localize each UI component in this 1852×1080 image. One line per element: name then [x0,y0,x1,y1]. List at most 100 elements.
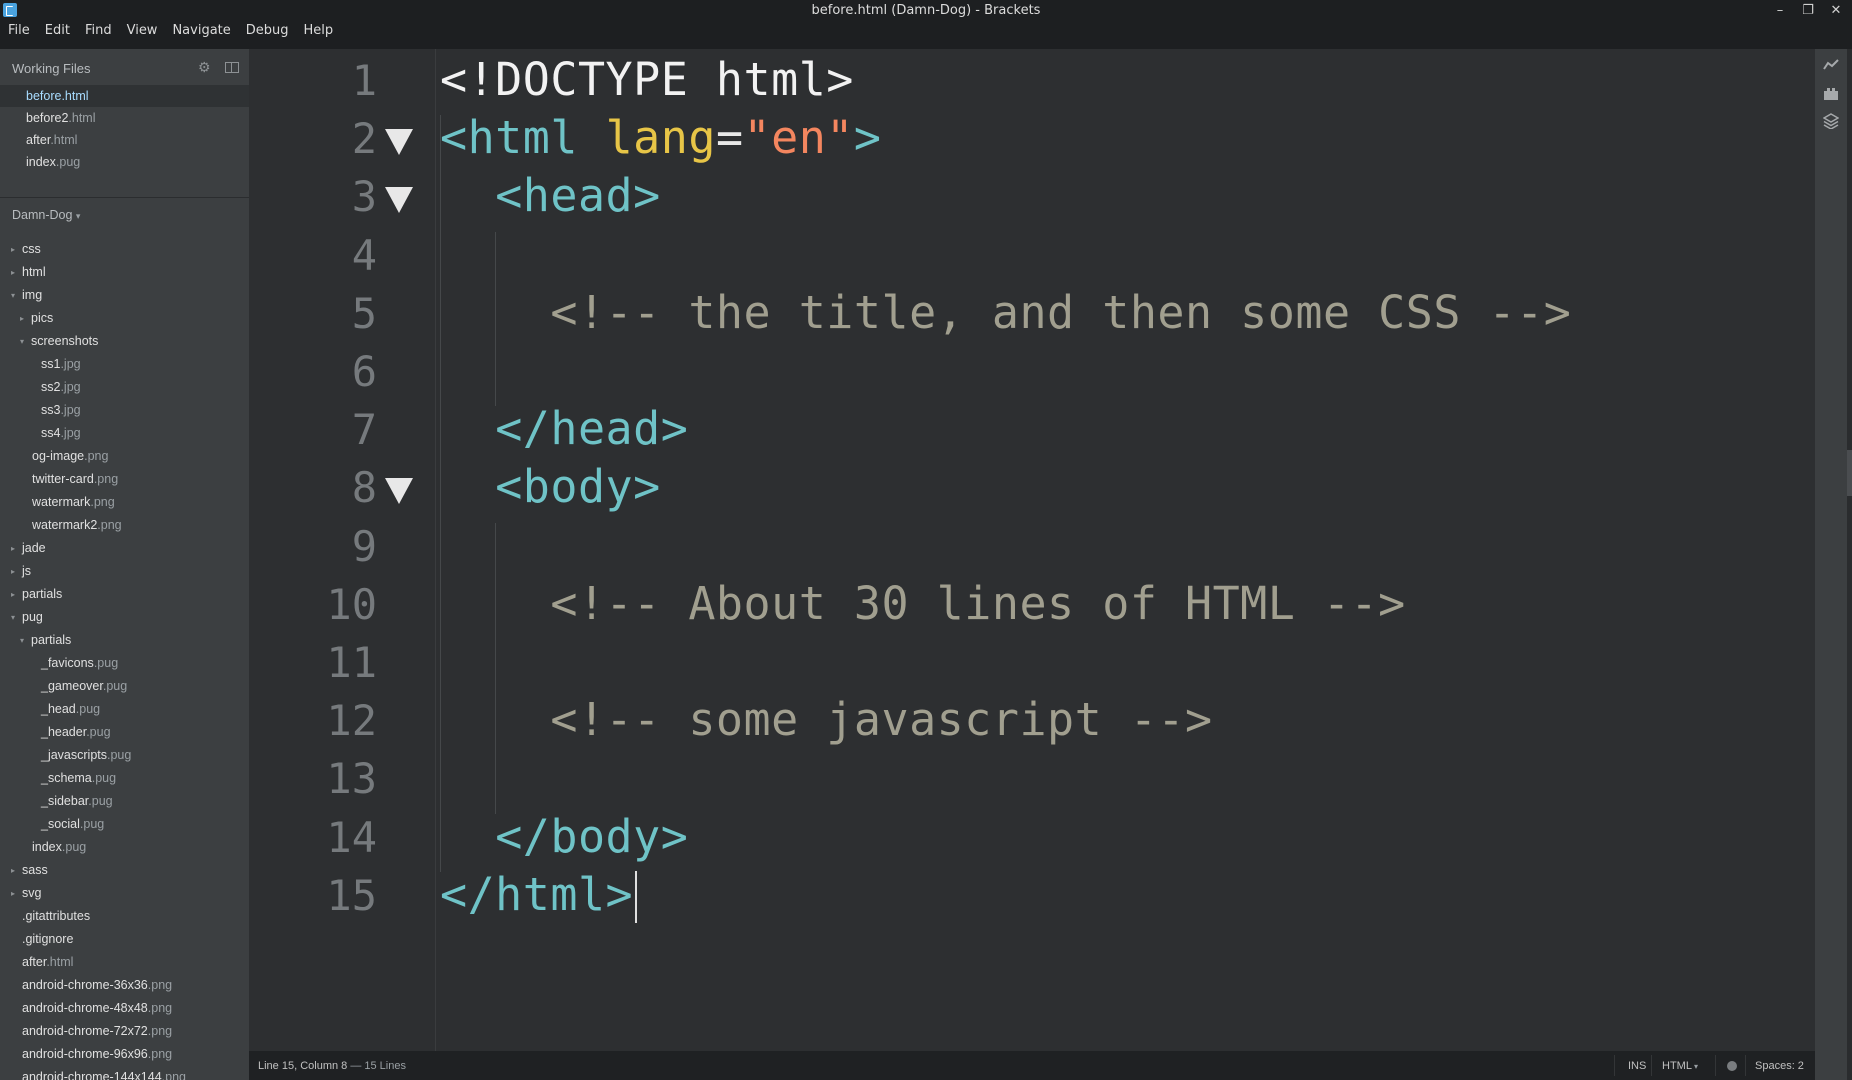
tree-file[interactable]: _head.pug [0,698,249,721]
fold-toggle-icon[interactable] [385,478,413,505]
menu-help[interactable]: Help [296,22,341,42]
minimize-button[interactable]: – [1774,1,1786,19]
line-gutter: 1 2 3 4 5 6 7 8 9 10 11 12 13 14 15 [249,49,435,1051]
line-number: 10 [326,579,377,629]
tree-file[interactable]: android-chrome-72x72.png [0,1020,249,1043]
tree-file[interactable]: ss2.jpg [0,376,249,399]
tree-folder[interactable]: ▸ css [0,238,249,261]
chevron-down-icon[interactable]: ▾ [11,284,21,307]
tree-file[interactable]: ss4.jpg [0,422,249,445]
tree-item-extension: .pug [75,702,101,716]
cursor-position[interactable]: Line 15, Column 8 — 15 Lines [258,1060,406,1072]
tree-file[interactable]: watermark.png [0,491,249,514]
code-line[interactable]: </body> [440,810,688,863]
menu-view[interactable]: View [119,22,165,42]
code-line[interactable]: <!-- About 30 lines of HTML --> [440,577,1406,630]
tree-file[interactable]: watermark2.png [0,514,249,537]
live-preview-icon[interactable] [1823,57,1839,73]
tree-file[interactable]: og-image.png [0,445,249,468]
tree-folder[interactable]: ▸ jade [0,537,249,560]
file-extension: .html [68,111,96,125]
fold-toggle-icon[interactable] [385,129,413,156]
chevron-right-icon[interactable]: ▸ [11,238,21,261]
tree-folder[interactable]: ▾ partials [0,629,249,652]
tree-file[interactable]: _javascripts.pug [0,744,249,767]
close-button[interactable]: ✕ [1830,1,1842,19]
code-line[interactable]: <html lang="en"> [440,111,882,164]
working-file-item[interactable]: before.html [0,85,249,107]
code-editor[interactable]: 1 2 3 4 5 6 7 8 9 10 11 12 13 14 15 <!DOCTYPE html> <ht… [249,49,1815,1051]
tree-file[interactable]: after.html [0,951,249,974]
tree-file[interactable]: ss3.jpg [0,399,249,422]
menu-edit[interactable]: Edit [37,22,77,42]
code-line[interactable]: <head> [440,169,661,222]
extension-manager-icon[interactable] [1823,86,1839,102]
tree-item-name: twitter-card [32,472,94,486]
tree-folder[interactable]: ▾ pug [0,606,249,629]
chevron-down-icon[interactable]: ▾ [11,606,21,629]
tree-folder[interactable]: ▸ pics [0,307,249,330]
tree-file[interactable]: _header.pug [0,721,249,744]
code-line[interactable]: <!-- the title, and then some CSS --> [440,286,1571,339]
chevron-right-icon[interactable]: ▸ [20,307,30,330]
chevron-down-icon[interactable]: ▾ [20,330,30,353]
working-file-item[interactable]: before2.html [0,107,249,129]
tree-folder[interactable]: ▾ img [0,284,249,307]
split-view-icon[interactable] [225,62,239,73]
tree-file[interactable]: android-chrome-48x48.png [0,997,249,1020]
code-line[interactable]: </head> [440,402,688,455]
chevron-right-icon[interactable]: ▸ [11,859,21,882]
tree-file[interactable]: android-chrome-36x36.png [0,974,249,997]
tree-item-extension: .png [93,472,119,486]
tree-file[interactable]: _schema.pug [0,767,249,790]
chevron-down-icon[interactable]: ▾ [20,629,30,652]
menu-file[interactable]: File [0,22,37,42]
code-line[interactable]: </html> [440,868,633,921]
chevron-right-icon[interactable]: ▸ [11,560,21,583]
chevron-right-icon[interactable]: ▸ [11,882,21,905]
tree-folder[interactable]: ▸ partials [0,583,249,606]
language-select[interactable]: HTML ▾ [1662,1060,1698,1072]
fold-toggle-icon[interactable] [385,187,413,214]
menu-debug[interactable]: Debug [238,22,296,42]
tree-file[interactable]: _social.pug [0,813,249,836]
tree-folder[interactable]: ▸ sass [0,859,249,882]
tree-file[interactable]: _favicons.pug [0,652,249,675]
chevron-down-icon: ▾ [75,211,81,221]
indent-setting[interactable]: Spaces: 2 [1755,1060,1804,1072]
scrollbar-track[interactable] [1847,49,1852,1080]
code-line[interactable]: <!-- some javascript --> [440,693,1213,746]
tree-file[interactable]: _gameover.pug [0,675,249,698]
code-line[interactable]: <!DOCTYPE html> [440,53,854,106]
tree-file[interactable]: twitter-card.png [0,468,249,491]
project-dropdown[interactable]: Damn-Dog ▾ [12,208,80,222]
scrollbar-thumb[interactable] [1847,450,1852,496]
tree-file[interactable]: .gitattributes [0,905,249,928]
chevron-right-icon[interactable]: ▸ [11,583,21,606]
tree-file[interactable]: _sidebar.pug [0,790,249,813]
tree-file[interactable]: index.pug [0,836,249,859]
tree-file[interactable]: ss1.jpg [0,353,249,376]
tree-folder[interactable]: ▸ js [0,560,249,583]
tree-folder[interactable]: ▸ svg [0,882,249,905]
menu-find[interactable]: Find [77,22,119,42]
tree-file[interactable]: .gitignore [0,928,249,951]
tree-folder[interactable]: ▸ html [0,261,249,284]
project-name: Damn-Dog [12,208,73,222]
tree-item-name: css [22,242,41,256]
chevron-right-icon[interactable]: ▸ [11,537,21,560]
tree-folder[interactable]: ▾ screenshots [0,330,249,353]
layers-icon[interactable] [1822,113,1840,130]
tree-file[interactable]: android-chrome-96x96.png [0,1043,249,1066]
linter-status-icon[interactable] [1727,1061,1737,1071]
code-line[interactable]: <body> [440,460,661,513]
working-file-item[interactable]: after.html [0,129,249,151]
restore-button[interactable]: ❐ [1802,1,1814,19]
gear-icon[interactable]: ⚙ [198,60,212,74]
tree-file[interactable]: android-chrome-144x144.png [0,1066,249,1080]
working-file-item[interactable]: index.pug [0,151,249,173]
tree-item-name: js [22,564,32,578]
insert-mode-toggle[interactable]: INS [1628,1060,1646,1072]
menu-navigate[interactable]: Navigate [164,22,237,42]
chevron-right-icon[interactable]: ▸ [11,261,21,284]
